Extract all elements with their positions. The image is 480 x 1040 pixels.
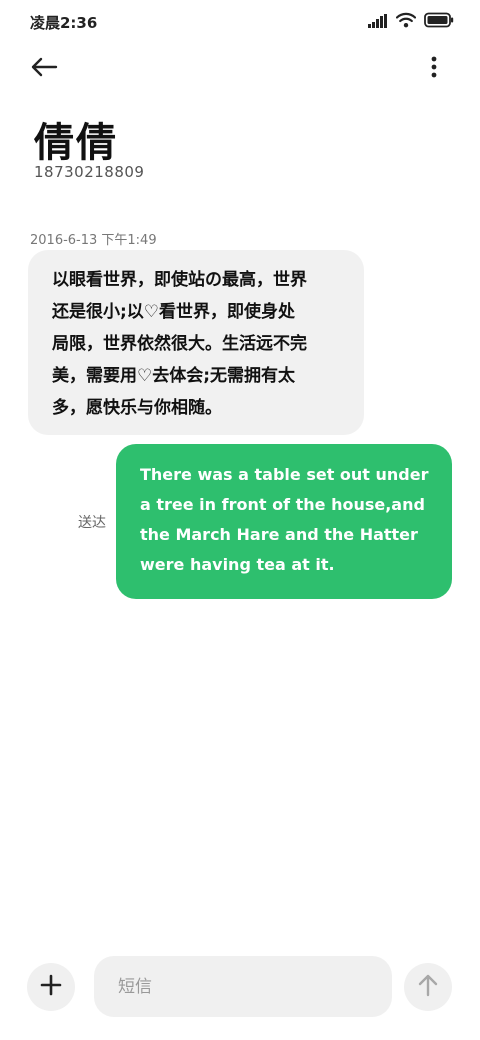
received-message-bubble[interactable]: 以眼看世界，即使站の最高，世界 还是很小;以♡看世界，即使身处 局限，世界依然很… <box>28 250 364 435</box>
received-message-text: 以眼看世界，即使站の最高，世界 还是很小;以♡看世界，即使身处 局限，世界依然很… <box>52 270 307 418</box>
delivery-status: 送达 <box>78 515 106 531</box>
message-input[interactable] <box>94 956 392 1017</box>
back-button[interactable] <box>30 52 74 86</box>
plus-icon <box>40 974 62 1000</box>
send-button[interactable] <box>404 963 452 1011</box>
more-options-button[interactable] <box>422 52 446 86</box>
wifi-icon <box>395 12 417 32</box>
contact-name: 倩倩 <box>34 120 118 166</box>
battery-icon <box>424 12 454 32</box>
messaging-screen: 凌晨2:36 倩倩 18730218809 2016-6-13 下午1:49 以… <box>0 0 480 1040</box>
message-timestamp: 2016-6-13 下午1:49 <box>30 233 157 248</box>
more-vertical-icon <box>431 56 437 82</box>
send-arrow-up-icon <box>417 973 439 1001</box>
signal-icon <box>368 13 388 32</box>
contact-number[interactable]: 18730218809 <box>34 163 144 181</box>
back-arrow-icon <box>30 57 58 81</box>
add-attachment-button[interactable] <box>27 963 75 1011</box>
sent-message-bubble[interactable]: There was a table set out under a tree i… <box>116 444 452 599</box>
status-bar: 凌晨2:36 <box>0 0 480 44</box>
sent-message-text: There was a table set out under a tree i… <box>140 465 429 574</box>
status-time: 凌晨2:36 <box>30 14 98 32</box>
status-icons <box>368 12 454 32</box>
